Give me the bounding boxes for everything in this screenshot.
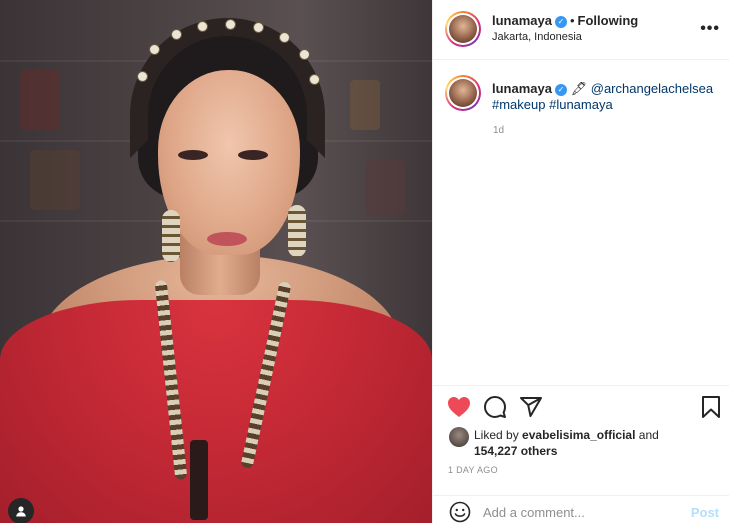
likes-count[interactable]: 154,227 others <box>474 444 557 458</box>
model-lips <box>207 232 247 246</box>
post-location[interactable]: Jakarta, Indonesia <box>492 31 582 43</box>
smiley-icon[interactable] <box>448 500 472 523</box>
caption-emoji: 🖋 <box>570 81 588 96</box>
headband-pearl <box>198 22 207 31</box>
headband-pearl <box>138 72 147 81</box>
caption-mention[interactable]: @archangelachelsea <box>591 81 713 96</box>
separator-dot: • <box>569 13 575 28</box>
comment-icon[interactable] <box>483 395 507 419</box>
background-object <box>20 70 60 130</box>
verified-badge-icon: ✓ <box>554 15 567 28</box>
post-header: lunamaya ✓ • Following Jakarta, Indonesia •… <box>433 0 729 60</box>
background-object <box>365 160 405 215</box>
user-tag-icon[interactable] <box>8 498 34 523</box>
earring <box>162 210 180 262</box>
author-avatar[interactable] <box>445 11 481 47</box>
share-icon[interactable] <box>519 395 543 419</box>
headband-pearl <box>254 23 263 32</box>
heart-filled-icon[interactable] <box>447 395 471 419</box>
caption-author-avatar[interactable] <box>445 75 481 111</box>
comment-input[interactable] <box>483 505 683 520</box>
red-dress <box>0 300 432 523</box>
caption-username[interactable]: lunamaya <box>492 81 552 96</box>
caption-hashtags[interactable]: #makeup #lunamaya <box>492 97 613 112</box>
background-object <box>30 150 80 210</box>
headband-pearl <box>172 30 181 39</box>
headband-pearl <box>300 50 309 59</box>
post-comment-button[interactable]: Post <box>691 505 719 520</box>
pearl-headband <box>130 18 325 158</box>
caption-timestamp: 1d <box>493 125 505 136</box>
more-horizontal-icon[interactable]: ••• <box>700 20 720 38</box>
necklace-pendant <box>190 440 208 520</box>
likes-summary: Liked by evabelisima_official and 154,22… <box>474 427 659 459</box>
verified-badge-icon: ✓ <box>554 84 567 96</box>
likes-prefix: Liked by <box>474 428 519 442</box>
background-object <box>350 80 380 130</box>
bookmark-icon[interactable] <box>699 395 723 419</box>
headband-pearl <box>280 33 289 42</box>
likes-conjunction: and <box>638 428 659 442</box>
headband-pearl <box>226 20 235 29</box>
following-button[interactable]: Following <box>578 13 639 28</box>
liker-avatar[interactable] <box>449 427 469 447</box>
headband-pearl <box>310 75 319 84</box>
liker-username[interactable]: evabelisima_official <box>522 428 635 442</box>
earring <box>288 205 306 257</box>
headband-pearl <box>150 45 159 54</box>
author-username[interactable]: lunamaya <box>492 13 552 28</box>
post-details-panel: lunamaya ✓ • Following Jakarta, Indonesia •… <box>432 0 729 523</box>
post-age[interactable]: 1 DAY AGO <box>448 465 498 475</box>
author-line: lunamaya ✓ • Following <box>492 12 638 30</box>
caption-text: lunamaya ✓ 🖋 @archangelachelsea #makeup #… <box>492 81 722 113</box>
post-photo[interactable] <box>0 0 432 523</box>
